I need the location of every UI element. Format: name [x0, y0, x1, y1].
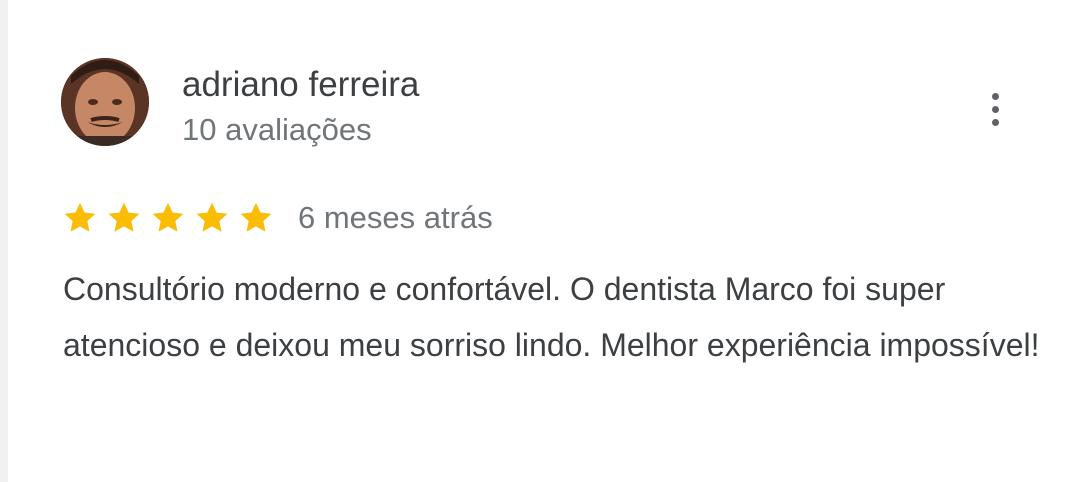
more-vertical-icon-dot	[991, 105, 999, 113]
review-time: 6 meses atrás	[298, 200, 493, 235]
more-options-button[interactable]	[974, 86, 1016, 132]
star-icon	[108, 202, 140, 232]
review-text: Consultório moderno e confortável. O den…	[63, 271, 1040, 363]
review-card: adriano ferreira 10 avaliações 6 meses a…	[0, 0, 1080, 482]
rating-row: 6 meses atrás	[62, 196, 493, 240]
star-icon	[64, 202, 96, 232]
star-icon	[152, 202, 184, 232]
star-rating	[62, 200, 274, 236]
author-name[interactable]: adriano ferreira	[182, 64, 419, 106]
more-vertical-icon	[991, 92, 999, 100]
avatar[interactable]	[61, 58, 149, 146]
avatar-photo	[61, 58, 149, 146]
star-icon	[240, 202, 272, 232]
author-review-count[interactable]: 10 avaliações	[182, 110, 372, 150]
more-vertical-icon-dot	[991, 118, 999, 126]
star-icon	[196, 202, 228, 232]
